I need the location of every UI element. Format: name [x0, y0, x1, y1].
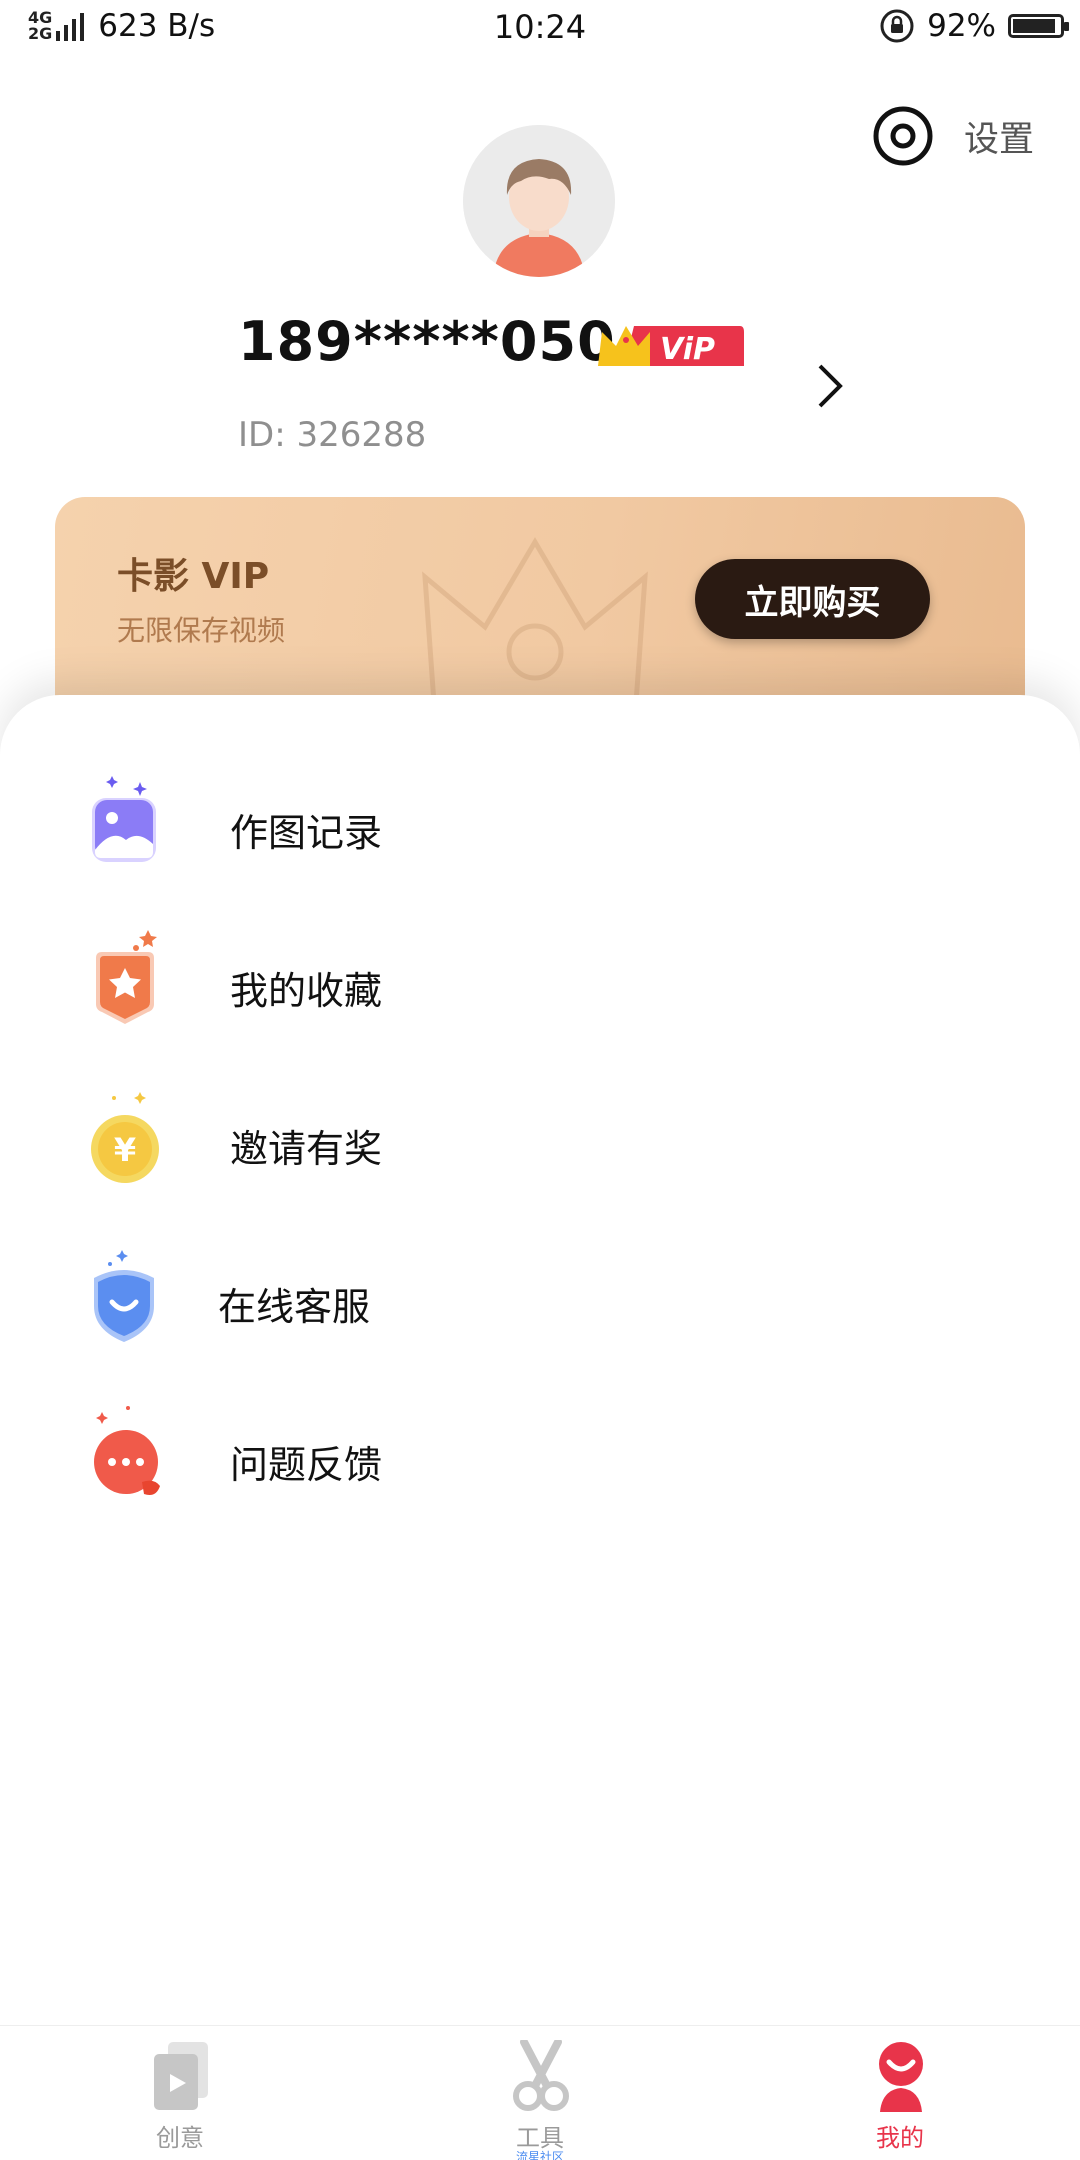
buy-now-button[interactable]: 立即购买 — [695, 559, 930, 639]
menu-item-invite[interactable]: ¥ 邀请有奖 — [0, 1086, 1080, 1216]
battery-fill — [1013, 19, 1056, 33]
avatar-icon — [463, 125, 615, 277]
status-bar: 4G 2G 623 B/s 10:24 92% — [0, 0, 1080, 56]
menu-item-label: 作图记录 — [230, 811, 383, 855]
menu-item-label: 问题反馈 — [230, 1443, 383, 1487]
menu-item-favorites[interactable]: 我的收藏 — [0, 928, 1080, 1058]
nav-label: 创意 — [156, 2124, 204, 2152]
yuan-coin-icon: ¥ — [91, 1092, 159, 1183]
customer-service-icon — [94, 1250, 154, 1342]
scissors-icon — [513, 2040, 569, 2111]
rotation-lock-icon — [880, 9, 914, 43]
profile-smile-icon — [879, 2042, 923, 2112]
nav-tab-creative[interactable]: 创意 — [0, 2026, 360, 2160]
vip-card-title: 卡影 VIP — [117, 556, 270, 597]
image-record-icon — [92, 776, 156, 862]
chevron-right-icon[interactable] — [810, 360, 850, 412]
status-right: 92% — [879, 8, 1069, 44]
vip-badge: ViP — [594, 322, 744, 370]
vip-badge-text: ViP — [660, 332, 715, 367]
crown-watermark-icon — [422, 537, 648, 717]
menu-item-label: 邀请有奖 — [230, 1127, 383, 1171]
vip-card-subtitle: 无限保存视频 — [117, 614, 286, 647]
user-id: ID: 326288 — [238, 415, 427, 455]
creative-play-icon — [154, 2042, 208, 2110]
svg-text:¥: ¥ — [114, 1131, 136, 1169]
vip-crown-icon: ViP — [598, 326, 744, 367]
menu-item-label: 我的收藏 — [230, 969, 383, 1013]
battery-percent: 92% — [927, 8, 996, 44]
menu-sheet: 作图记录 我的收藏 ¥ 邀请有奖 在线客服 问题反馈 — [0, 695, 1080, 2025]
menu-item-customer-service[interactable]: 在线客服 — [0, 1244, 1080, 1374]
avatar[interactable] — [463, 125, 615, 277]
bottom-nav: 创意 工具 流星社区 我的 — [0, 2025, 1080, 2160]
favorite-star-icon — [96, 930, 157, 1024]
feedback-chat-icon — [94, 1406, 160, 1495]
menu-item-feedback[interactable]: 问题反馈 — [0, 1402, 1080, 1532]
nav-sublabel: 流星社区 — [515, 2150, 564, 2160]
nav-label: 我的 — [876, 2124, 924, 2152]
settings-button[interactable]: 设置 — [872, 105, 1034, 167]
battery-icon — [1008, 14, 1069, 38]
nav-tab-mine[interactable]: 我的 — [720, 2026, 1080, 2160]
settings-ring-icon — [873, 106, 933, 166]
profile-page: 4G 2G 623 B/s 10:24 92% 设置 189*****050 V… — [0, 0, 1080, 2160]
menu-item-image-record[interactable]: 作图记录 — [0, 770, 1080, 900]
settings-label: 设置 — [963, 119, 1034, 160]
nav-tab-tools[interactable]: 工具 流星社区 — [360, 2026, 720, 2160]
menu-item-label: 在线客服 — [218, 1285, 371, 1329]
username: 189*****050 — [238, 310, 616, 373]
